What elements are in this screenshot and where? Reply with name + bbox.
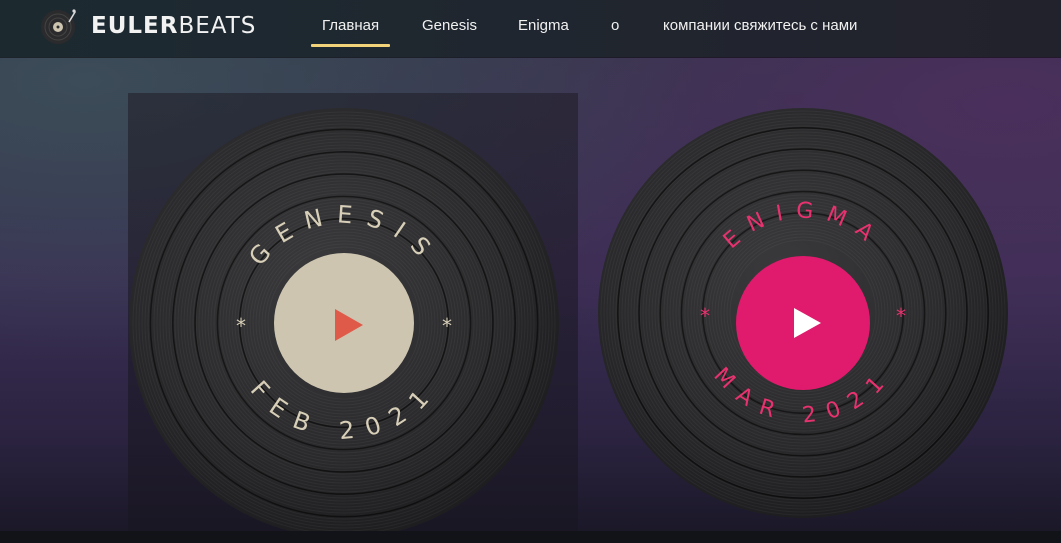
logo-text: EULERBEATS <box>91 12 257 39</box>
star-icon: * <box>896 304 906 328</box>
star-icon: * <box>700 304 710 328</box>
turntable-icon <box>41 9 77 44</box>
enigma-play-button[interactable] <box>736 256 870 390</box>
play-icon <box>335 309 363 341</box>
star-icon: * <box>236 314 246 338</box>
logo-text-light: BEATS <box>178 12 257 39</box>
nav-item-company-contact[interactable]: компании свяжитесь с нами <box>663 17 857 34</box>
nav-item-home[interactable]: Главная <box>310 17 391 47</box>
genesis-record[interactable]: GENESIS FEB 2021 * * <box>128 107 560 539</box>
nav-item-genesis[interactable]: Genesis <box>422 17 477 34</box>
logo-text-bold: EULER <box>91 12 179 39</box>
top-navbar: EULERBEATS Главная Genesis Enigma о комп… <box>0 0 1061 57</box>
nav-item-about[interactable]: о <box>611 17 619 34</box>
play-icon <box>794 308 821 338</box>
genesis-play-button[interactable] <box>274 253 414 393</box>
enigma-record[interactable]: ENIGMA MAR 2021 * * <box>597 107 1009 519</box>
hero-section: GENESIS FEB 2021 * * ENIGMA MAR 2021 * * <box>0 57 1061 538</box>
nav-item-enigma[interactable]: Enigma <box>518 17 569 34</box>
star-icon: * <box>442 314 452 338</box>
logo[interactable]: EULERBEATS <box>39 6 256 46</box>
page: EULERBEATS Главная Genesis Enigma о комп… <box>0 0 1061 543</box>
bottom-strip <box>0 531 1061 543</box>
